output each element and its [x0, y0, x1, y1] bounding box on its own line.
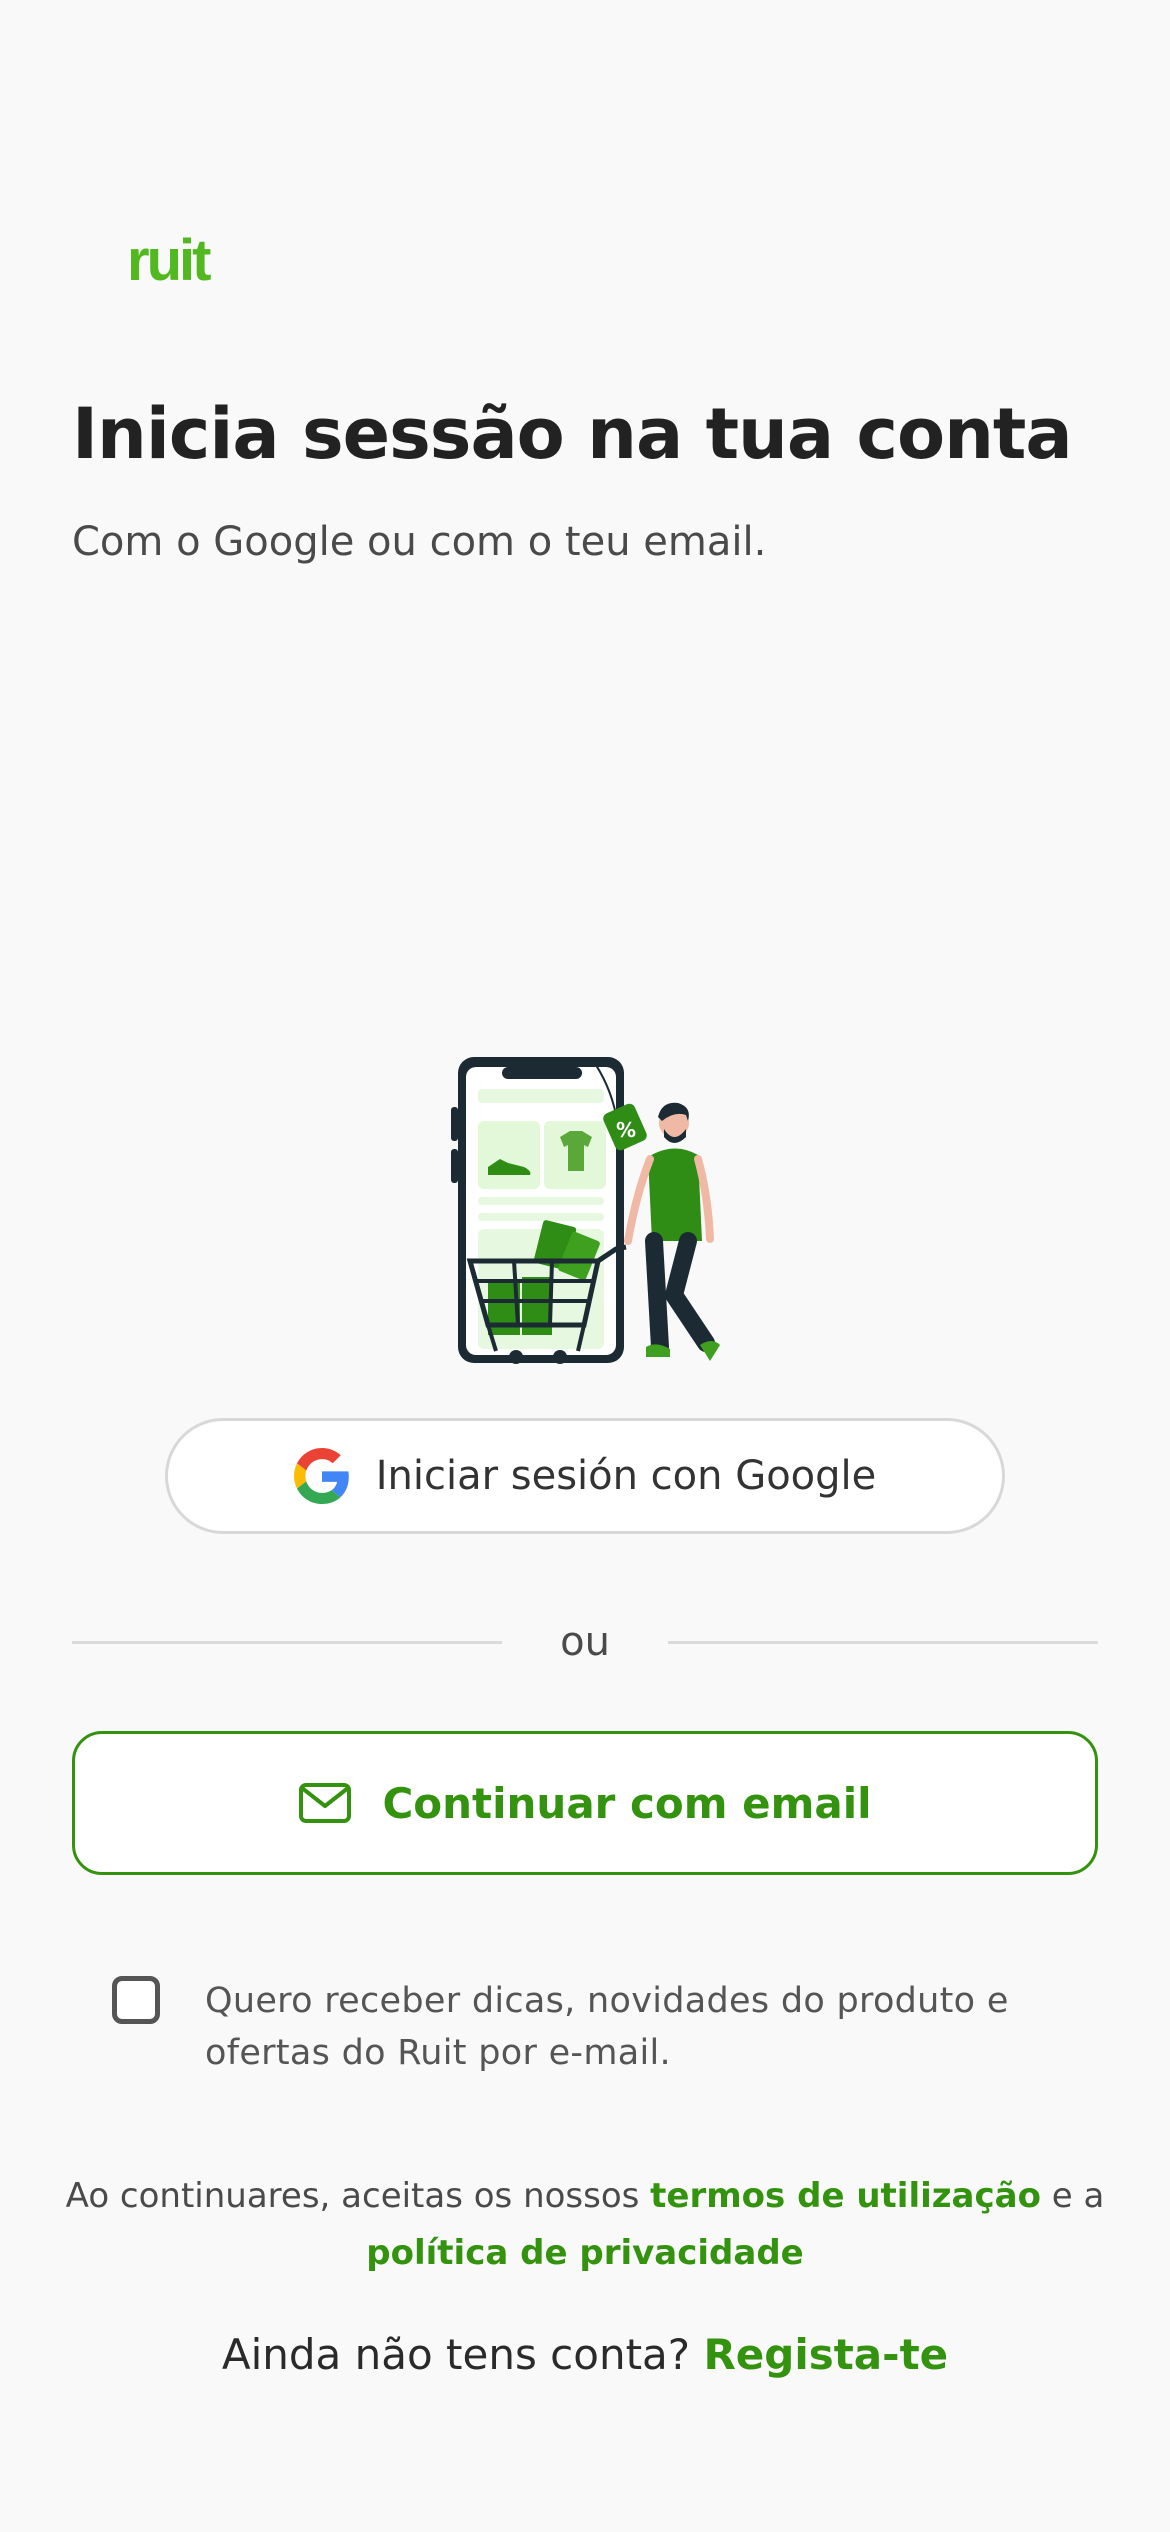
signup-prompt-text: Ainda não tens conta?: [221, 2330, 704, 2379]
register-link[interactable]: Regista-te: [703, 2330, 948, 2379]
discount-tag: %: [616, 1118, 636, 1142]
google-sign-in-button[interactable]: Iniciar sesión con Google: [165, 1418, 1005, 1534]
google-sign-in-label: Iniciar sesión con Google: [375, 1453, 877, 1499]
divider-line-right: [667, 1640, 1099, 1644]
continue-with-email-button[interactable]: Continuar com email: [72, 1731, 1098, 1875]
continue-with-email-label: Continuar com email: [382, 1778, 872, 1828]
or-divider: ou: [72, 1612, 1099, 1672]
privacy-policy-link[interactable]: política de privacidade: [366, 2233, 803, 2273]
page-subtitle: Com o Google ou com o teu email.: [72, 519, 767, 565]
legal-prefix: Ao continuares, aceitas os nossos: [65, 2176, 651, 2216]
legal-notice: Ao continuares, aceitas os nossos termos…: [60, 2168, 1110, 2282]
google-logo-icon: [293, 1448, 349, 1504]
ruit-logo: ruit: [127, 228, 211, 293]
newsletter-checkbox[interactable]: [112, 1976, 160, 2024]
terms-of-use-link[interactable]: termos de utilização: [650, 2176, 1041, 2216]
mail-icon: [299, 1783, 352, 1823]
newsletter-checkbox-label: Quero receber dicas, novidades do produt…: [205, 1981, 1009, 2073]
or-text: ou: [560, 1619, 610, 1665]
shopping-illustration-icon: %: [451, 1057, 720, 1364]
page-title: Inicia sessão na tua conta: [72, 393, 1073, 475]
divider-line-left: [72, 1640, 503, 1644]
signup-prompt: Ainda não tens conta? Regista-te: [0, 2325, 1170, 2385]
legal-middle: e a: [1040, 2176, 1105, 2216]
